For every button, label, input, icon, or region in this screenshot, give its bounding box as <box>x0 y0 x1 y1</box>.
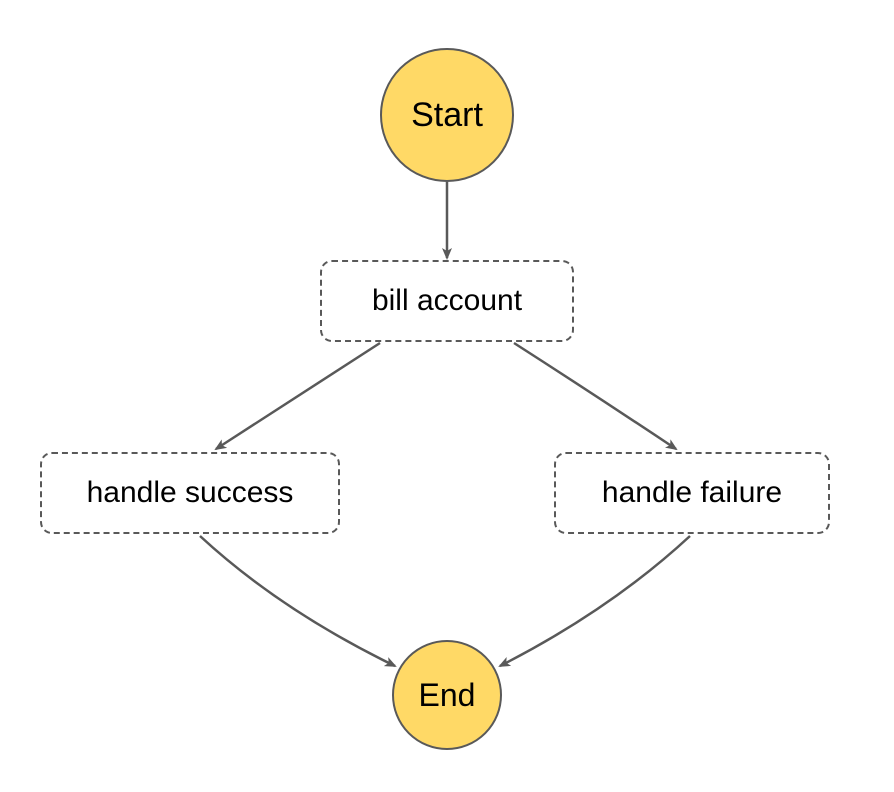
flowchart-canvas: Start bill account handle success handle… <box>0 0 894 792</box>
handle-failure-label: handle failure <box>602 476 782 510</box>
start-label: Start <box>411 96 483 135</box>
handle-success-node: handle success <box>40 452 340 534</box>
handle-failure-node: handle failure <box>554 452 830 534</box>
bill-account-label: bill account <box>372 284 522 318</box>
bill-account-node: bill account <box>320 260 574 342</box>
edge-failure-to-end <box>500 536 690 666</box>
edge-success-to-end <box>200 536 395 666</box>
edge-bill-to-failure <box>514 343 676 449</box>
start-node: Start <box>380 48 514 182</box>
end-node: End <box>392 640 502 750</box>
handle-success-label: handle success <box>87 476 294 510</box>
end-label: End <box>419 677 476 714</box>
edge-bill-to-success <box>216 343 380 449</box>
